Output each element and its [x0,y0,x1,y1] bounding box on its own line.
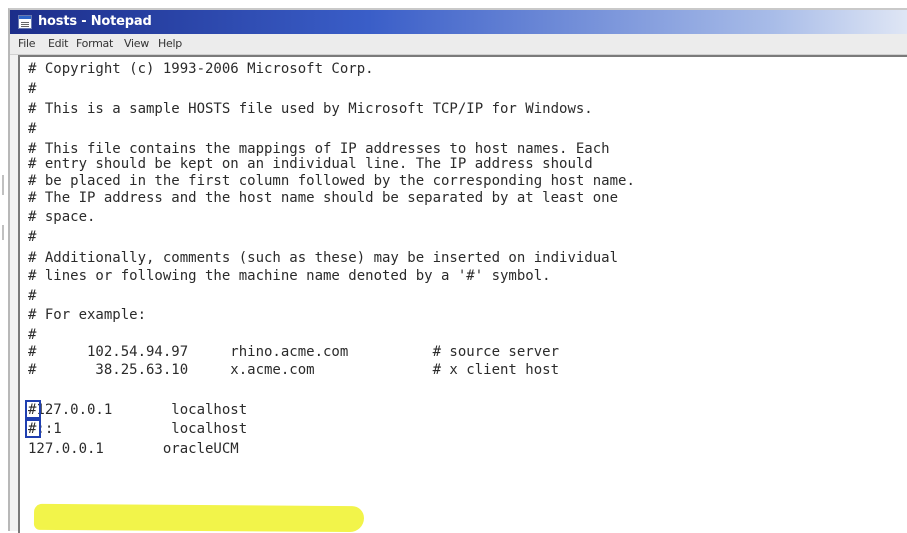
text-line: 127.0.0.1 oracleUCM [28,441,239,457]
notepad-icon [18,15,32,29]
text-line: # This is a sample HOSTS file used by Mi… [28,101,593,117]
text-line: # [28,121,37,137]
text-line: # For example: [28,307,147,323]
text-line: # [28,288,37,304]
scroll-mark [2,225,4,240]
text-line: #::1 localhost [28,421,248,437]
text-line: # lines or following the machine name de… [28,268,551,284]
yellow-highlight [33,503,365,533]
menu-help[interactable]: Help [158,37,182,50]
menu-file[interactable]: File [18,37,36,50]
text-line: # 38.25.63.10 x.acme.com # x client host [28,362,560,378]
text-line: # [28,229,37,245]
text-line: # be placed in the first column followed… [28,173,635,189]
text-line: # entry should be kept on an individual … [28,156,593,172]
text-line: # space. [28,209,96,225]
window-title: hosts - Notepad [38,14,152,29]
selection-box [25,400,41,419]
text-line: # [28,327,37,343]
menu-edit[interactable]: Edit [48,37,68,50]
menu-view[interactable]: View [124,37,149,50]
title-bar[interactable]: hosts - Notepad [10,10,907,34]
text-line: # 102.54.94.97 rhino.acme.com # source s… [28,344,560,360]
text-line: # Copyright (c) 1993-2006 Microsoft Corp… [28,61,374,77]
notepad-window: hosts - Notepad File Edit Format View He… [8,8,907,533]
scroll-mark [2,175,4,195]
text-line: # Additionally, comments (such as these)… [28,250,619,266]
text-line: # The IP address and the host name shoul… [28,190,619,206]
text-line: #127.0.0.1 localhost [28,402,248,418]
text-line: # [28,81,37,97]
text-line: # This file contains the mappings of IP … [28,141,610,157]
menu-bar: File Edit Format View Help [10,34,907,55]
text-editor[interactable]: # Copyright (c) 1993-2006 Microsoft Corp… [18,55,907,533]
menu-format[interactable]: Format [76,37,113,50]
selection-box [25,419,41,438]
